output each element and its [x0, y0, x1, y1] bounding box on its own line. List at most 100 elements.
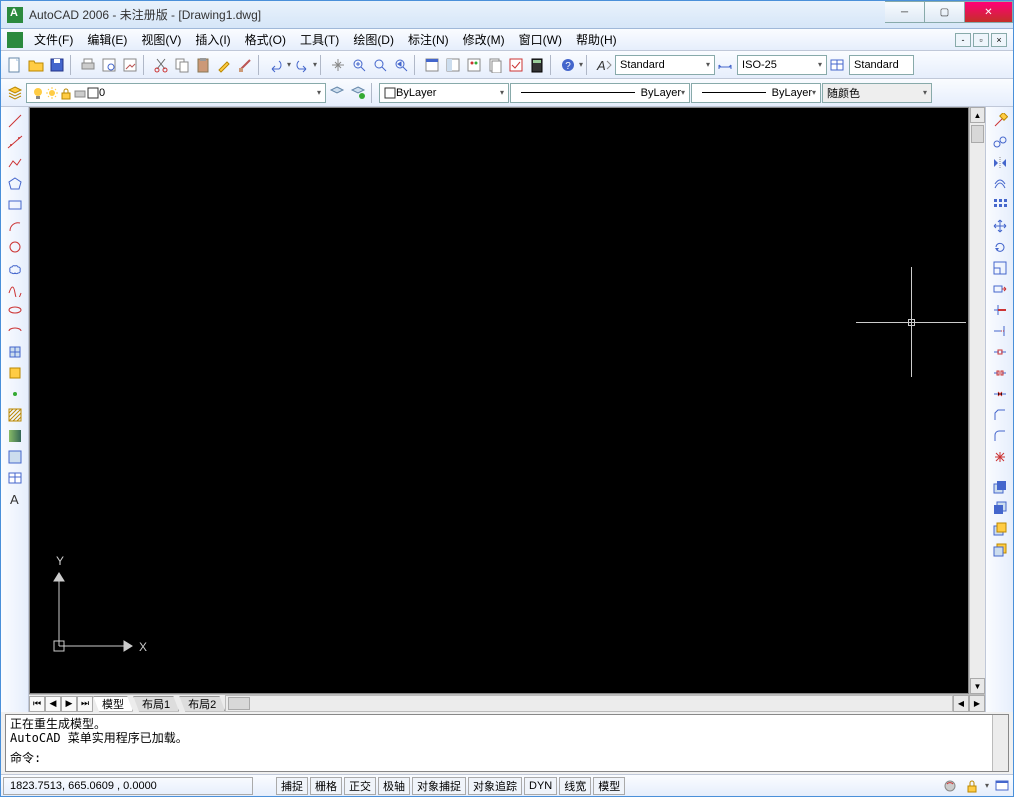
revcloud-button[interactable]: [4, 258, 26, 278]
undo-button[interactable]: [266, 55, 286, 75]
rotate-button[interactable]: [989, 237, 1011, 257]
spline-button[interactable]: [4, 279, 26, 299]
tab-layout2[interactable]: 布局2: [179, 696, 225, 712]
dimstyle-icon[interactable]: [716, 55, 736, 75]
arc-button[interactable]: [4, 216, 26, 236]
layer-manager-button[interactable]: [5, 83, 25, 103]
menu-insert[interactable]: 插入(I): [188, 29, 237, 50]
close-button[interactable]: ✕: [965, 1, 1013, 23]
open-button[interactable]: [26, 55, 46, 75]
zoom-realtime-button[interactable]: [349, 55, 369, 75]
snap-toggle[interactable]: 捕捉: [276, 777, 308, 795]
save-button[interactable]: [47, 55, 67, 75]
title-bar[interactable]: AutoCAD 2006 - 未注册版 - [Drawing1.dwg] ─ ▢…: [1, 1, 1013, 29]
grid-toggle[interactable]: 栅格: [310, 777, 342, 795]
sheet-set-button[interactable]: [485, 55, 505, 75]
paste-button[interactable]: [193, 55, 213, 75]
copy-button[interactable]: [172, 55, 192, 75]
lwt-toggle[interactable]: 线宽: [559, 777, 591, 795]
tool-palettes-button[interactable]: [464, 55, 484, 75]
print-button[interactable]: [78, 55, 98, 75]
minimize-button[interactable]: ─: [885, 1, 925, 23]
plotstyle-select[interactable]: 随颜色▾: [822, 83, 932, 103]
break-at-point-button[interactable]: [989, 342, 1011, 362]
tab-next-button[interactable]: ▶: [61, 696, 77, 712]
osnap-toggle[interactable]: 对象捕捉: [412, 777, 466, 795]
properties-button[interactable]: [422, 55, 442, 75]
tab-first-button[interactable]: ⏮: [29, 696, 45, 712]
move-button[interactable]: [989, 216, 1011, 236]
block-editor-button[interactable]: [235, 55, 255, 75]
linetype-select[interactable]: ByLayer▾: [510, 83, 690, 103]
tab-model[interactable]: 模型: [93, 696, 133, 712]
tab-last-button[interactable]: ⏭: [77, 696, 93, 712]
ellipse-arc-button[interactable]: [4, 321, 26, 341]
explode-button[interactable]: [989, 447, 1011, 467]
tablestyle-icon[interactable]: [828, 55, 848, 75]
design-center-button[interactable]: [443, 55, 463, 75]
region-button[interactable]: [4, 447, 26, 467]
trim-button[interactable]: [989, 300, 1011, 320]
draworder-back-button[interactable]: [989, 498, 1011, 518]
mdi-restore-button[interactable]: ▫: [973, 33, 989, 47]
cut-button[interactable]: [151, 55, 171, 75]
menu-edit[interactable]: 编辑(E): [80, 29, 134, 50]
zoom-window-button[interactable]: [370, 55, 390, 75]
circle-button[interactable]: [4, 237, 26, 257]
menu-help[interactable]: 帮助(H): [569, 29, 624, 50]
mdi-close-button[interactable]: ×: [991, 33, 1007, 47]
layer-previous-button[interactable]: [327, 83, 347, 103]
scroll-thumb[interactable]: [971, 125, 984, 143]
draworder-under-button[interactable]: [989, 540, 1011, 560]
tablestyle-select[interactable]: Standard: [849, 55, 914, 75]
communication-center-icon[interactable]: [939, 776, 961, 796]
textstyle-select[interactable]: Standard▾: [615, 55, 715, 75]
zoom-previous-button[interactable]: [391, 55, 411, 75]
break-button[interactable]: [989, 363, 1011, 383]
draworder-front-button[interactable]: [989, 477, 1011, 497]
layer-select[interactable]: 0 ▾: [26, 83, 326, 103]
command-scrollbar[interactable]: [992, 715, 1008, 771]
dimstyle-select[interactable]: ISO-25▾: [737, 55, 827, 75]
table-button[interactable]: [4, 468, 26, 488]
model-toggle[interactable]: 模型: [593, 777, 625, 795]
coordinate-display[interactable]: 1823.7513, 665.0609 , 0.0000: [3, 777, 253, 795]
dyn-toggle[interactable]: DYN: [524, 777, 557, 795]
lock-toolbar-icon[interactable]: [961, 776, 983, 796]
draworder-above-button[interactable]: [989, 519, 1011, 539]
rectangle-button[interactable]: [4, 195, 26, 215]
horizontal-scrollbar[interactable]: [225, 695, 953, 712]
menu-window[interactable]: 窗口(W): [512, 29, 569, 50]
new-button[interactable]: [5, 55, 25, 75]
menu-modify[interactable]: 修改(M): [456, 29, 512, 50]
mtext-button[interactable]: A: [4, 489, 26, 509]
redo-button[interactable]: [292, 55, 312, 75]
gradient-button[interactable]: [4, 426, 26, 446]
quickcalc-button[interactable]: [527, 55, 547, 75]
join-button[interactable]: [989, 384, 1011, 404]
scroll-left-button[interactable]: ◀: [953, 695, 969, 712]
scale-button[interactable]: [989, 258, 1011, 278]
insert-block-button[interactable]: [4, 342, 26, 362]
textstyle-icon[interactable]: A: [594, 55, 614, 75]
menu-draw[interactable]: 绘图(D): [346, 29, 401, 50]
scroll-up-button[interactable]: ▲: [970, 107, 985, 123]
polygon-button[interactable]: [4, 174, 26, 194]
command-window[interactable]: 正在重生成模型。 AutoCAD 菜单实用程序已加载。 命令:: [5, 714, 1009, 772]
mirror-button[interactable]: [989, 153, 1011, 173]
otrack-toggle[interactable]: 对象追踪: [468, 777, 522, 795]
publish-button[interactable]: [120, 55, 140, 75]
markup-button[interactable]: [506, 55, 526, 75]
menu-file[interactable]: 文件(F): [27, 29, 80, 50]
hscroll-thumb[interactable]: [228, 697, 250, 710]
menu-tools[interactable]: 工具(T): [293, 29, 346, 50]
menu-dimension[interactable]: 标注(N): [401, 29, 456, 50]
xline-button[interactable]: [4, 132, 26, 152]
layer-states-button[interactable]: [348, 83, 368, 103]
hatch-button[interactable]: [4, 405, 26, 425]
ortho-toggle[interactable]: 正交: [344, 777, 376, 795]
maximize-button[interactable]: ▢: [925, 1, 965, 23]
stretch-button[interactable]: [989, 279, 1011, 299]
clean-screen-icon[interactable]: [991, 776, 1013, 796]
scroll-down-button[interactable]: ▼: [970, 678, 985, 694]
